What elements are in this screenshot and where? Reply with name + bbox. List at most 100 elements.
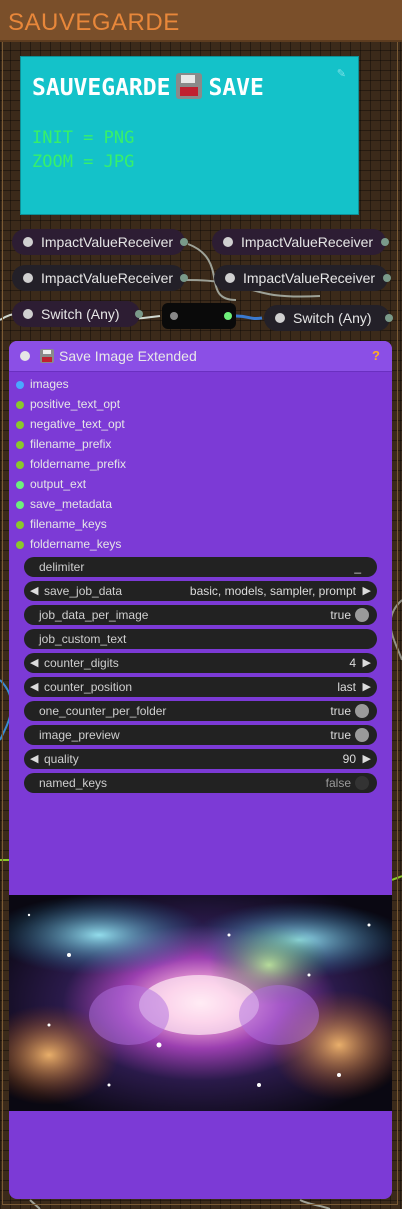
widget-label: image_preview xyxy=(39,728,120,742)
widget-label: counter_digits xyxy=(44,656,119,670)
output-port[interactable] xyxy=(385,314,393,322)
node-status-dot xyxy=(223,237,233,247)
node-status-dot xyxy=(23,273,33,283)
input-slot-images[interactable]: images xyxy=(9,375,309,395)
toggle-knob-icon[interactable] xyxy=(355,608,369,622)
delimiter-field[interactable]: delimiter _ xyxy=(24,557,377,577)
node-title: ImpactValueReceiver xyxy=(241,234,374,250)
input-port[interactable] xyxy=(16,501,24,509)
node-status-dot xyxy=(275,313,285,323)
input-label: foldername_keys xyxy=(30,537,122,551)
input-slot-output-ext[interactable]: output_ext xyxy=(9,475,309,495)
input-slot-filename-prefix[interactable]: filename_prefix xyxy=(9,435,309,455)
input-port[interactable] xyxy=(16,441,24,449)
widget-value: true xyxy=(330,704,351,718)
input-slot-negative-text-opt[interactable]: negative_text_opt xyxy=(9,415,309,435)
node-title: ImpactValueReceiver xyxy=(41,270,174,286)
impact-value-receiver-node[interactable]: ImpactValueReceiver xyxy=(214,265,391,291)
input-label: output_ext xyxy=(30,477,87,491)
toggle-knob-icon[interactable] xyxy=(355,704,369,718)
input-slot-filename-keys[interactable]: filename_keys xyxy=(9,515,309,535)
quality-stepper[interactable]: ◀ quality 90 ▶ xyxy=(24,749,377,769)
note-title-right: SAVE xyxy=(208,75,264,101)
impact-value-receiver-node[interactable]: ImpactValueReceiver xyxy=(12,265,188,291)
output-port[interactable] xyxy=(224,312,232,320)
node-title: ImpactValueReceiver xyxy=(243,270,376,286)
image-preview[interactable] xyxy=(9,895,392,1111)
input-slot-save-metadata[interactable]: save_metadata xyxy=(9,495,309,515)
widget-value: 4 xyxy=(349,656,356,670)
nebula-image xyxy=(9,895,392,1111)
collapse-dot[interactable] xyxy=(20,351,30,361)
note-node[interactable]: SAUVEGARDE SAVE INIT = PNG ZOOM = JPG ✎ xyxy=(20,56,359,215)
output-port[interactable] xyxy=(383,274,391,282)
node-status-dot xyxy=(225,273,235,283)
input-port[interactable] xyxy=(16,381,24,389)
node-title: Save Image Extended xyxy=(40,348,197,364)
note-line-1: INIT = PNG xyxy=(32,128,135,148)
input-port[interactable] xyxy=(16,481,24,489)
toggle-knob-icon[interactable] xyxy=(355,776,369,790)
group-title-bar[interactable]: SAUVEGARDE xyxy=(0,0,402,42)
arrow-left-icon[interactable]: ◀ xyxy=(30,752,38,765)
arrow-right-icon[interactable]: ▶ xyxy=(363,680,371,693)
arrow-right-icon[interactable]: ▶ xyxy=(363,752,371,765)
input-slot-foldername-prefix[interactable]: foldername_prefix xyxy=(9,455,309,475)
output-port[interactable] xyxy=(381,238,389,246)
floppy-disk-icon xyxy=(40,349,54,363)
named-keys-toggle[interactable]: named_keys false xyxy=(24,773,377,793)
image-preview-toggle[interactable]: image_preview true xyxy=(24,725,377,745)
node-status-dot xyxy=(23,309,33,319)
input-label: filename_keys xyxy=(30,517,107,531)
counter-position-combo[interactable]: ◀ counter_position last ▶ xyxy=(24,677,377,697)
input-slot-foldername-keys[interactable]: foldername_keys xyxy=(9,535,309,555)
widget-label: one_counter_per_folder xyxy=(39,704,167,718)
group-title: SAUVEGARDE xyxy=(8,9,180,36)
node-title: ImpactValueReceiver xyxy=(41,234,174,250)
save-image-extended-node[interactable]: Save Image Extended ? images positive_te… xyxy=(9,341,392,1199)
output-port[interactable] xyxy=(180,238,188,246)
node-title: Switch (Any) xyxy=(41,306,120,322)
help-icon[interactable]: ? xyxy=(372,348,380,363)
input-label: negative_text_opt xyxy=(30,417,125,431)
output-port[interactable] xyxy=(180,274,188,282)
switch-any-node[interactable]: Switch (Any) xyxy=(12,301,143,327)
switch-any-node[interactable]: Switch (Any) xyxy=(264,305,393,331)
edit-icon[interactable]: ✎ xyxy=(337,67,346,80)
arrow-left-icon[interactable]: ◀ xyxy=(30,680,38,693)
save-job-data-combo[interactable]: ◀ save_job_data basic, models, sampler, … xyxy=(24,581,377,601)
widget-label: named_keys xyxy=(39,776,108,790)
one-counter-per-folder-toggle[interactable]: one_counter_per_folder true xyxy=(24,701,377,721)
arrow-right-icon[interactable]: ▶ xyxy=(363,584,371,597)
input-slot-positive-text-opt[interactable]: positive_text_opt xyxy=(9,395,309,415)
counter-digits-stepper[interactable]: ◀ counter_digits 4 ▶ xyxy=(24,653,377,673)
node-status-dot xyxy=(23,237,33,247)
note-title-left: SAUVEGARDE xyxy=(32,75,171,101)
node-header[interactable]: Save Image Extended ? xyxy=(9,341,392,372)
input-port[interactable] xyxy=(170,312,178,320)
input-port[interactable] xyxy=(16,521,24,529)
arrow-left-icon[interactable]: ◀ xyxy=(30,584,38,597)
input-label: filename_prefix xyxy=(30,437,112,451)
job-data-per-image-toggle[interactable]: job_data_per_image true xyxy=(24,605,377,625)
input-label: images xyxy=(30,377,69,391)
input-port[interactable] xyxy=(16,461,24,469)
output-port[interactable] xyxy=(135,310,143,318)
arrow-left-icon[interactable]: ◀ xyxy=(30,656,38,669)
impact-value-receiver-node[interactable]: ImpactValueReceiver xyxy=(12,229,188,255)
arrow-right-icon[interactable]: ▶ xyxy=(363,656,371,669)
input-port[interactable] xyxy=(16,541,24,549)
widget-value: true xyxy=(330,608,351,622)
input-label: save_metadata xyxy=(30,497,113,511)
toggle-knob-icon[interactable] xyxy=(355,728,369,742)
input-port[interactable] xyxy=(16,401,24,409)
widget-label: job_data_per_image xyxy=(39,608,149,622)
job-custom-text-field[interactable]: job_custom_text xyxy=(24,629,377,649)
widget-label: delimiter xyxy=(39,560,85,574)
input-port[interactable] xyxy=(16,421,24,429)
floppy-disk-icon xyxy=(176,73,203,99)
reroute-node[interactable] xyxy=(162,303,236,329)
impact-value-receiver-node[interactable]: ImpactValueReceiver xyxy=(212,229,389,255)
node-title-text: Save Image Extended xyxy=(59,348,197,364)
widget-label: counter_position xyxy=(44,680,133,694)
